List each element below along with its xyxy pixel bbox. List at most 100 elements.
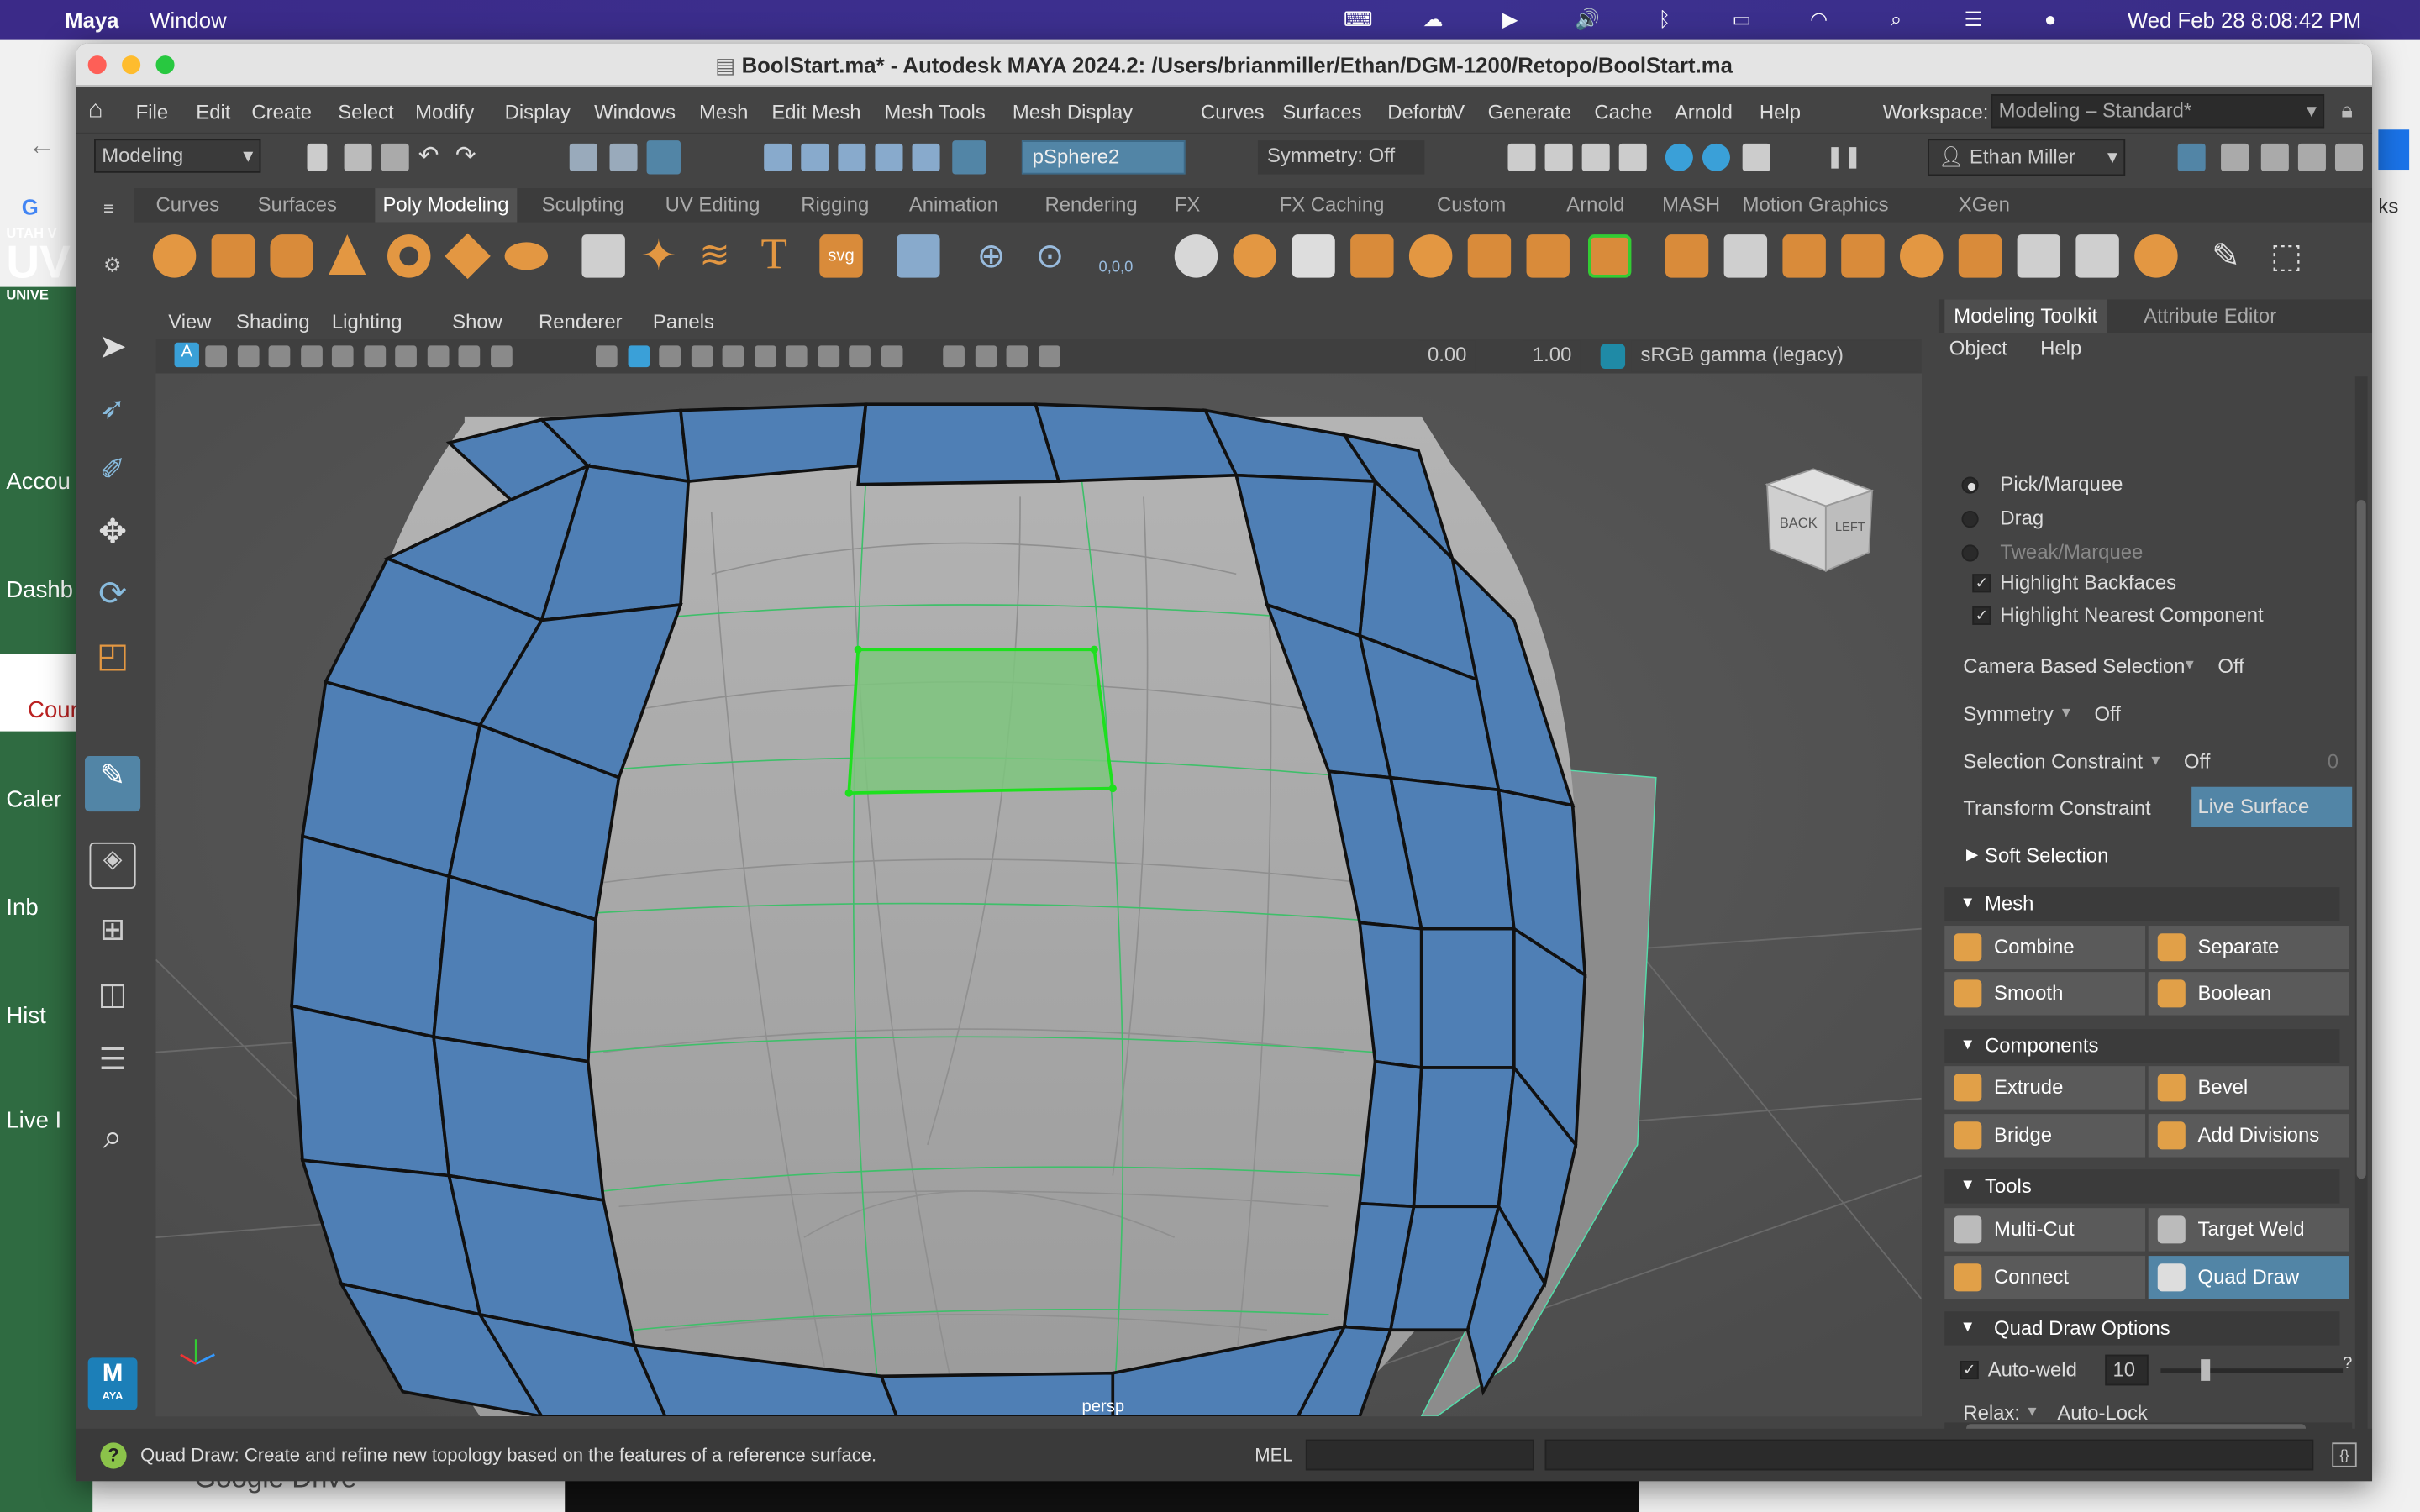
select-object-icon[interactable]: [609, 143, 638, 171]
mirror-icon[interactable]: [1350, 234, 1394, 278]
slide-edge-icon[interactable]: [2017, 234, 2061, 278]
super-shape-icon[interactable]: ✦: [640, 234, 683, 277]
subdivide-icon[interactable]: [2134, 234, 2178, 278]
smooth-shade-icon[interactable]: [627, 345, 650, 368]
vertex[interactable]: [1090, 645, 1098, 654]
viewport-menu-shading[interactable]: Shading: [236, 310, 310, 333]
make-hole-icon[interactable]: [1958, 234, 2002, 278]
camera-based-selection-value[interactable]: Off: [2217, 654, 2244, 678]
layer-editor-icon[interactable]: [2334, 143, 2364, 171]
gamma-field[interactable]: 1.00: [1523, 340, 1581, 372]
new-scene-icon[interactable]: [307, 143, 328, 171]
smooth-button[interactable]: Smooth: [1944, 972, 2146, 1016]
menu-windows[interactable]: Windows: [594, 100, 676, 123]
window-menu[interactable]: Window: [150, 8, 226, 32]
tab-attribute-editor[interactable]: Attribute Editor: [2144, 304, 2276, 328]
transform-constraint-value[interactable]: Live Surface: [2191, 786, 2353, 827]
two-pane-layout-icon[interactable]: ◫: [90, 975, 136, 1021]
separate-button[interactable]: Separate: [2148, 926, 2349, 969]
paint-select-tool-icon[interactable]: ✐: [90, 450, 136, 496]
vertex[interactable]: [1108, 784, 1117, 793]
platonic-solid-icon[interactable]: [581, 234, 625, 278]
bevel-icon[interactable]: [1782, 234, 1826, 278]
chevron-down-icon[interactable]: ▾: [2186, 654, 2194, 675]
shelf-settings-icon[interactable]: ⚙: [103, 253, 121, 277]
shelf-tab-sculpting[interactable]: Sculpting: [542, 193, 624, 217]
viewcube-back[interactable]: BACK: [1780, 515, 1818, 531]
color-space-field[interactable]: sRGB gamma (legacy): [1631, 340, 1919, 372]
auto-weld-checkbox[interactable]: ✓: [1960, 1360, 1979, 1380]
zoom-window-button[interactable]: [155, 55, 175, 75]
xray-icon[interactable]: [690, 345, 713, 368]
exposure-field[interactable]: 0.00: [1418, 340, 1476, 372]
sidebar-item-history[interactable]: Hist: [6, 1003, 45, 1029]
multi-cut-button[interactable]: Multi-Cut: [1944, 1208, 2146, 1252]
gate-mask-icon[interactable]: [426, 345, 449, 368]
siri-icon[interactable]: ●: [2038, 8, 2062, 31]
render-icon[interactable]: [1507, 143, 1536, 171]
chevron-down-icon[interactable]: ▾: [2151, 750, 2160, 769]
append-polygon-icon[interactable]: [1841, 234, 1885, 278]
quad-draw-button[interactable]: Quad Draw: [2148, 1256, 2349, 1299]
render-settings-icon[interactable]: [1581, 143, 1610, 171]
target-weld-icon[interactable]: [2075, 234, 2119, 278]
make-live-icon[interactable]: [952, 140, 986, 175]
viewport-persp[interactable]: BACK LEFT persp: [155, 373, 1922, 1417]
grid-icon[interactable]: [331, 345, 354, 368]
snap-point-icon[interactable]: [838, 143, 866, 171]
tool-settings-icon[interactable]: [2297, 143, 2326, 171]
mesh-section[interactable]: ▼ Mesh: [1944, 887, 2340, 921]
quad-draw-shelf-icon[interactable]: ⬚: [2270, 234, 2313, 277]
sweep-mesh-icon[interactable]: ≋: [699, 234, 742, 277]
auto-weld-field[interactable]: 10: [2105, 1354, 2149, 1386]
rotate-tool-icon[interactable]: ⟳: [90, 574, 136, 620]
shelf-tab-poly-modeling[interactable]: Poly Modeling: [375, 188, 517, 223]
clock[interactable]: Wed Feb 28 8:08:42 PM: [2128, 8, 2361, 32]
poly-cylinder-icon[interactable]: [270, 234, 313, 278]
poly-text-icon[interactable]: T: [761, 234, 804, 277]
delete-history-icon[interactable]: ⊙: [1035, 234, 1078, 277]
search-icon[interactable]: ⌕: [1884, 8, 1908, 31]
freeze-transform-icon[interactable]: 0,0,0: [1094, 234, 1137, 277]
channel-box-icon[interactable]: [2221, 143, 2249, 171]
viewport-menu-view[interactable]: View: [168, 310, 211, 333]
viewport-menu-panels[interactable]: Panels: [653, 310, 714, 333]
sidebar-item-inbox[interactable]: Inb: [6, 895, 38, 921]
retopo-face[interactable]: [856, 402, 1061, 486]
xray-joints-icon[interactable]: [943, 345, 965, 368]
extrude-icon[interactable]: [1665, 234, 1709, 278]
camera-lock-icon[interactable]: [236, 345, 259, 368]
scene-view[interactable]: BACK LEFT: [155, 373, 1922, 1417]
script-editor-icon[interactable]: {}: [2332, 1442, 2357, 1467]
user-dropdown[interactable]: 👤︎ Ethan Miller ▾: [1928, 139, 2126, 176]
add-divisions-button[interactable]: Add Divisions: [2148, 1114, 2349, 1158]
poly-sphere-icon[interactable]: [152, 234, 197, 278]
shelf-tab-mash[interactable]: MASH: [1662, 193, 1720, 217]
boolean-icon[interactable]: [1408, 234, 1453, 278]
anti-alias-icon[interactable]: [849, 345, 871, 368]
volume-icon[interactable]: 🔊: [1575, 8, 1600, 31]
back-arrow-icon[interactable]: ←: [28, 129, 55, 162]
menu-arnold[interactable]: Arnold: [1675, 100, 1733, 123]
redo-icon[interactable]: ↷: [455, 140, 476, 171]
menu-mesh[interactable]: Mesh: [699, 100, 748, 123]
fill-hole-icon[interactable]: [1900, 234, 1944, 278]
retopo-face[interactable]: [1412, 1066, 1516, 1209]
menu-object[interactable]: Object: [1949, 336, 2007, 360]
combine-icon[interactable]: [1174, 234, 1218, 278]
home-icon[interactable]: ⌂: [88, 97, 103, 125]
remesh-icon[interactable]: [1587, 234, 1632, 278]
shelf-tab-fx-caching[interactable]: FX Caching: [1280, 193, 1385, 217]
separate-icon[interactable]: [1233, 234, 1276, 278]
move-tool-icon[interactable]: ✥: [90, 512, 136, 559]
shelf-tab-uv-editing[interactable]: UV Editing: [666, 193, 760, 217]
bluetooth-icon[interactable]: ᛒ: [1652, 8, 1676, 31]
image-plane-icon[interactable]: [300, 345, 322, 368]
type-tool-icon[interactable]: [897, 234, 940, 278]
lights-icon[interactable]: [722, 345, 744, 368]
quad-draw-options-section[interactable]: ▼ Quad Draw Options: [1944, 1311, 2340, 1346]
shelf-tab-arnold[interactable]: Arnold: [1566, 193, 1624, 217]
pause-icon[interactable]: ❚❚: [1826, 144, 1862, 171]
control-center-icon[interactable]: ☰: [1961, 8, 1986, 31]
attribute-editor-icon[interactable]: [2260, 143, 2289, 171]
